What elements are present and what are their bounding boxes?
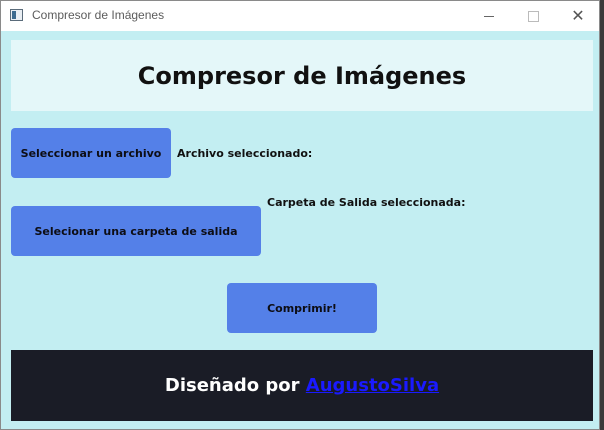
desktop-background — [600, 0, 604, 430]
close-button[interactable]: ✕ — [555, 1, 601, 31]
close-icon: ✕ — [571, 6, 585, 25]
footer-credit: Diseñado por AugustoSilva — [165, 375, 439, 396]
author-link[interactable]: AugustoSilva — [306, 375, 439, 396]
selected-file-label: Archivo seleccionado: — [177, 147, 313, 160]
maximize-button[interactable] — [510, 1, 556, 31]
minimize-button[interactable] — [466, 1, 512, 31]
select-output-folder-button[interactable]: Selecionar una carpeta de salida — [11, 206, 261, 256]
minimize-icon — [484, 15, 494, 17]
app-window: Compresor de Imágenes ✕ Compresor de Imá… — [0, 0, 600, 430]
maximize-icon — [527, 10, 539, 22]
header-banner: Compresor de Imágenes — [11, 40, 593, 111]
app-window-icon — [10, 9, 23, 21]
footer-banner: Diseñado por AugustoSilva — [11, 350, 593, 421]
window-title: Compresor de Imágenes — [32, 8, 165, 22]
page-title: Compresor de Imágenes — [137, 61, 467, 90]
select-file-button[interactable]: Seleccionar un archivo — [11, 128, 171, 178]
footer-credit-prefix: Diseñado por — [164, 375, 306, 396]
compress-button[interactable]: Comprimir! — [227, 283, 377, 333]
title-bar[interactable]: Compresor de Imágenes ✕ — [1, 1, 599, 31]
selected-folder-label: Carpeta de Salida seleccionada: — [267, 196, 466, 209]
